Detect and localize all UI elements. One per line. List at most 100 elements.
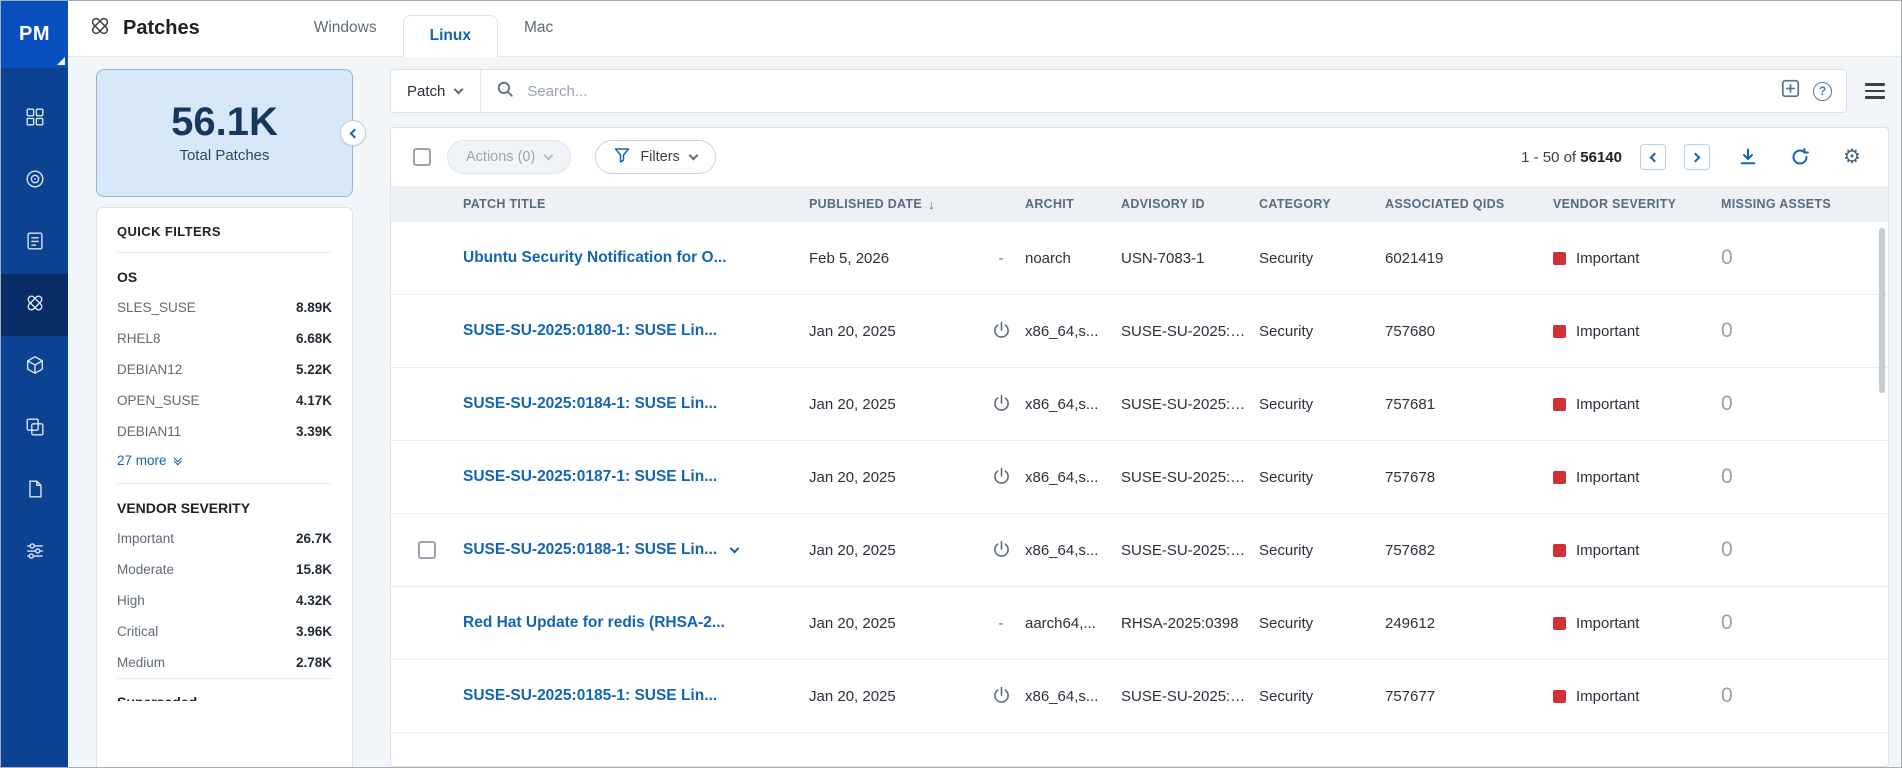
reports-icon <box>24 230 46 257</box>
table-row[interactable]: SUSE-SU-2025:0187-1: SUSE Lin... Jan 20,… <box>391 441 1888 514</box>
sidebar-item-patches[interactable] <box>1 274 68 336</box>
quick-filter-item[interactable]: Critical 3.96K <box>117 616 332 647</box>
advisory-id-cell: SUSE-SU-2025:01... <box>1121 323 1259 340</box>
patch-title-link[interactable]: SUSE-SU-2025:0185-1: SUSE Lin... <box>463 687 717 705</box>
app-logo[interactable]: PM <box>1 1 68 68</box>
column-patch-title[interactable]: PATCH TITLE <box>463 197 809 211</box>
vendor-severity-cell: Important <box>1576 250 1639 267</box>
help-icon[interactable]: ? <box>1813 82 1832 101</box>
sidebar-item-dashboard[interactable] <box>1 88 68 150</box>
severity-color-square <box>1553 617 1566 630</box>
filter-label: High <box>117 593 145 608</box>
quick-filter-item[interactable]: OPEN_SUSE 4.17K <box>117 385 332 416</box>
filter-count: 4.17K <box>296 393 332 408</box>
quick-filter-item[interactable]: SLES_SUSE 8.89K <box>117 292 332 323</box>
missing-assets-count: 0 <box>1721 684 1888 708</box>
column-category[interactable]: CATEGORY <box>1259 197 1385 211</box>
row-checkbox[interactable] <box>418 541 436 559</box>
add-query-icon[interactable] <box>1781 79 1800 103</box>
table-row[interactable]: Red Hat Update for redis (RHSA-2... Jan … <box>391 587 1888 660</box>
published-date-cell: Jan 20, 2025 <box>809 688 977 705</box>
patch-title-link[interactable]: SUSE-SU-2025:0187-1: SUSE Lin... <box>463 468 717 486</box>
column-advisory-id[interactable]: ADVISORY ID <box>1121 197 1259 211</box>
logo-corner-triangle <box>57 57 65 65</box>
filter-label: Moderate <box>117 562 174 577</box>
sidebar-item-assets[interactable] <box>1 336 68 398</box>
column-missing-assets[interactable]: MISSING ASSETS <box>1721 197 1888 211</box>
quick-filter-item[interactable]: Moderate 15.8K <box>117 554 332 585</box>
table-row[interactable]: SUSE-SU-2025:0185-1: SUSE Lin... Jan 20,… <box>391 660 1888 733</box>
table-row[interactable]: SUSE-SU-2025:0184-1: SUSE Lin... Jan 20,… <box>391 368 1888 441</box>
quick-filter-item[interactable]: DEBIAN11 3.39K <box>117 416 332 447</box>
patch-title-link[interactable]: Red Hat Update for redis (RHSA-2... <box>463 614 725 632</box>
category-cell: Security <box>1259 615 1385 632</box>
table-row[interactable]: Ubuntu Security Notification for O... Fe… <box>391 222 1888 295</box>
app-sidebar: PM <box>1 1 68 767</box>
collapse-panel-button[interactable] <box>340 120 366 146</box>
actions-button[interactable]: Actions (0) <box>447 140 571 174</box>
main-area: Patches Windows Linux Mac 56.1K Total Pa… <box>68 1 1901 767</box>
filters-button[interactable]: Filters <box>595 140 715 174</box>
prev-page-button[interactable] <box>1640 144 1666 170</box>
filter-label: DEBIAN11 <box>117 424 181 439</box>
quick-filter-item[interactable]: Important 26.7K <box>117 523 332 554</box>
next-page-button[interactable] <box>1684 144 1710 170</box>
search-scope-dropdown[interactable]: Patch <box>391 70 481 112</box>
table-row[interactable]: SUSE-SU-2025:0180-1: SUSE Lin... Jan 20,… <box>391 295 1888 368</box>
tab-windows[interactable]: Windows <box>288 0 403 56</box>
tab-mac[interactable]: Mac <box>498 0 579 56</box>
filter-count: 2.78K <box>296 655 332 670</box>
vertical-scrollbar-thumb[interactable] <box>1879 228 1885 393</box>
filters-label: Filters <box>640 149 679 165</box>
patches-title-icon <box>88 14 112 43</box>
sidebar-item-reports[interactable] <box>1 212 68 274</box>
quick-filters-title: QUICK FILTERS <box>117 224 332 253</box>
menu-hamburger-icon[interactable] <box>1865 83 1885 98</box>
sidebar-item-configuration[interactable] <box>1 522 68 584</box>
quick-filter-item[interactable]: DEBIAN12 5.22K <box>117 354 332 385</box>
chevron-left-icon <box>350 128 360 138</box>
total-patches-card[interactable]: 56.1K Total Patches <box>96 69 353 197</box>
filter-label: RHEL8 <box>117 331 161 346</box>
column-vendor-severity[interactable]: VENDOR SEVERITY <box>1553 197 1721 211</box>
download-button[interactable] <box>1734 143 1762 171</box>
patch-title-link[interactable]: SUSE-SU-2025:0184-1: SUSE Lin... <box>463 395 717 413</box>
reboot-required-icon <box>993 321 1010 342</box>
quick-filter-item[interactable]: Medium 2.78K <box>117 647 332 678</box>
sidebar-item-monitor[interactable] <box>1 150 68 212</box>
patch-title-link[interactable]: Ubuntu Security Notification for O... <box>463 249 727 267</box>
filter-count: 15.8K <box>296 562 332 577</box>
associated-qids-cell: 757677 <box>1385 688 1553 705</box>
architecture-cell: x86_64,s... <box>1025 542 1121 559</box>
filter-count: 8.89K <box>296 300 332 315</box>
patch-title-link[interactable]: SUSE-SU-2025:0188-1: SUSE Lin... <box>463 541 717 559</box>
chevron-down-icon <box>544 151 554 161</box>
clipped-section-title: Superseded <box>117 694 332 701</box>
os-more-link[interactable]: 27 more <box>117 453 332 468</box>
architecture-cell: x86_64,s... <box>1025 469 1121 486</box>
search-input[interactable] <box>525 82 1781 101</box>
refresh-button[interactable] <box>1786 143 1814 171</box>
sidebar-item-catalog[interactable] <box>1 398 68 460</box>
row-expand-chevron-icon[interactable] <box>727 544 742 556</box>
settings-button[interactable]: ⚙ <box>1838 143 1866 171</box>
reboot-none-dash: - <box>999 250 1004 267</box>
vendor-severity-cell: Important <box>1576 323 1639 340</box>
column-published-date[interactable]: PUBLISHED DATE ↓ <box>809 197 977 212</box>
published-date-cell: Jan 20, 2025 <box>809 323 977 340</box>
sidebar-item-documents[interactable] <box>1 460 68 522</box>
tab-linux[interactable]: Linux <box>403 15 498 57</box>
column-architecture[interactable]: ARCHIT <box>1025 197 1121 211</box>
reboot-required-icon <box>993 540 1010 561</box>
associated-qids-cell: 757682 <box>1385 542 1553 559</box>
actions-label: Actions (0) <box>466 149 535 165</box>
column-associated-qids[interactable]: ASSOCIATED QIDS <box>1385 197 1553 211</box>
advisory-id-cell: SUSE-SU-2025:01... <box>1121 688 1259 705</box>
table-row[interactable]: SUSE-SU-2025:0188-1: SUSE Lin... Jan 20,… <box>391 514 1888 587</box>
filter-label: Critical <box>117 624 158 639</box>
severity-color-square <box>1553 252 1566 265</box>
select-all-checkbox[interactable] <box>413 148 431 166</box>
patch-title-link[interactable]: SUSE-SU-2025:0180-1: SUSE Lin... <box>463 322 717 340</box>
quick-filter-item[interactable]: RHEL8 6.68K <box>117 323 332 354</box>
quick-filter-item[interactable]: High 4.32K <box>117 585 332 616</box>
